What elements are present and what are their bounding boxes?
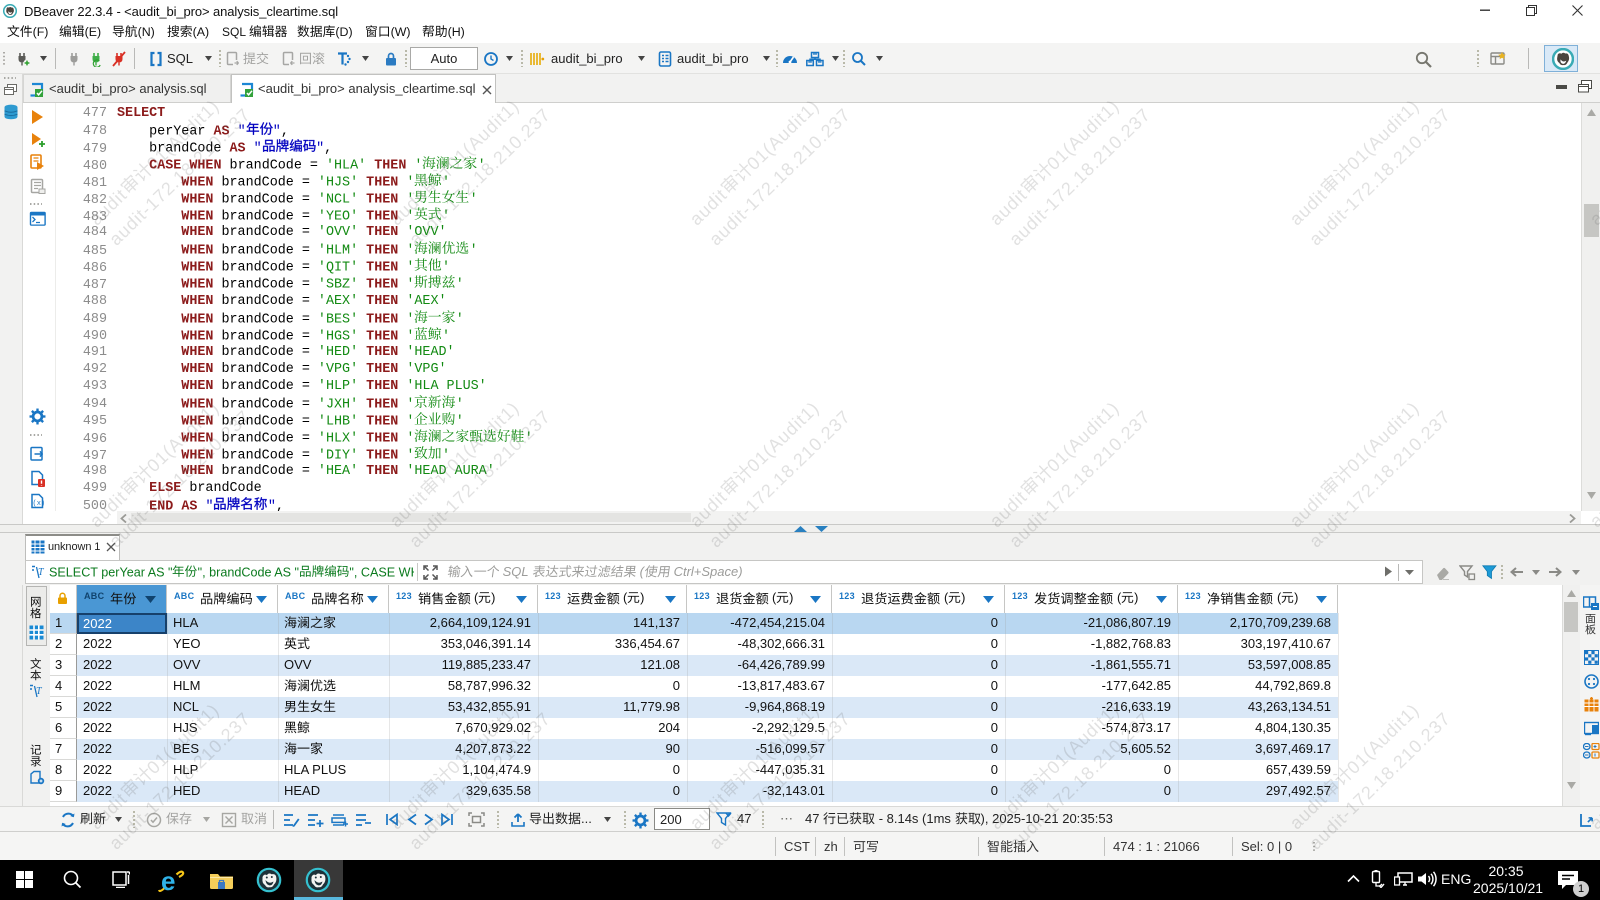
svg-text:(x): (x)	[33, 500, 46, 508]
svg-text:T: T	[36, 686, 43, 697]
svg-text:T: T	[38, 567, 45, 578]
